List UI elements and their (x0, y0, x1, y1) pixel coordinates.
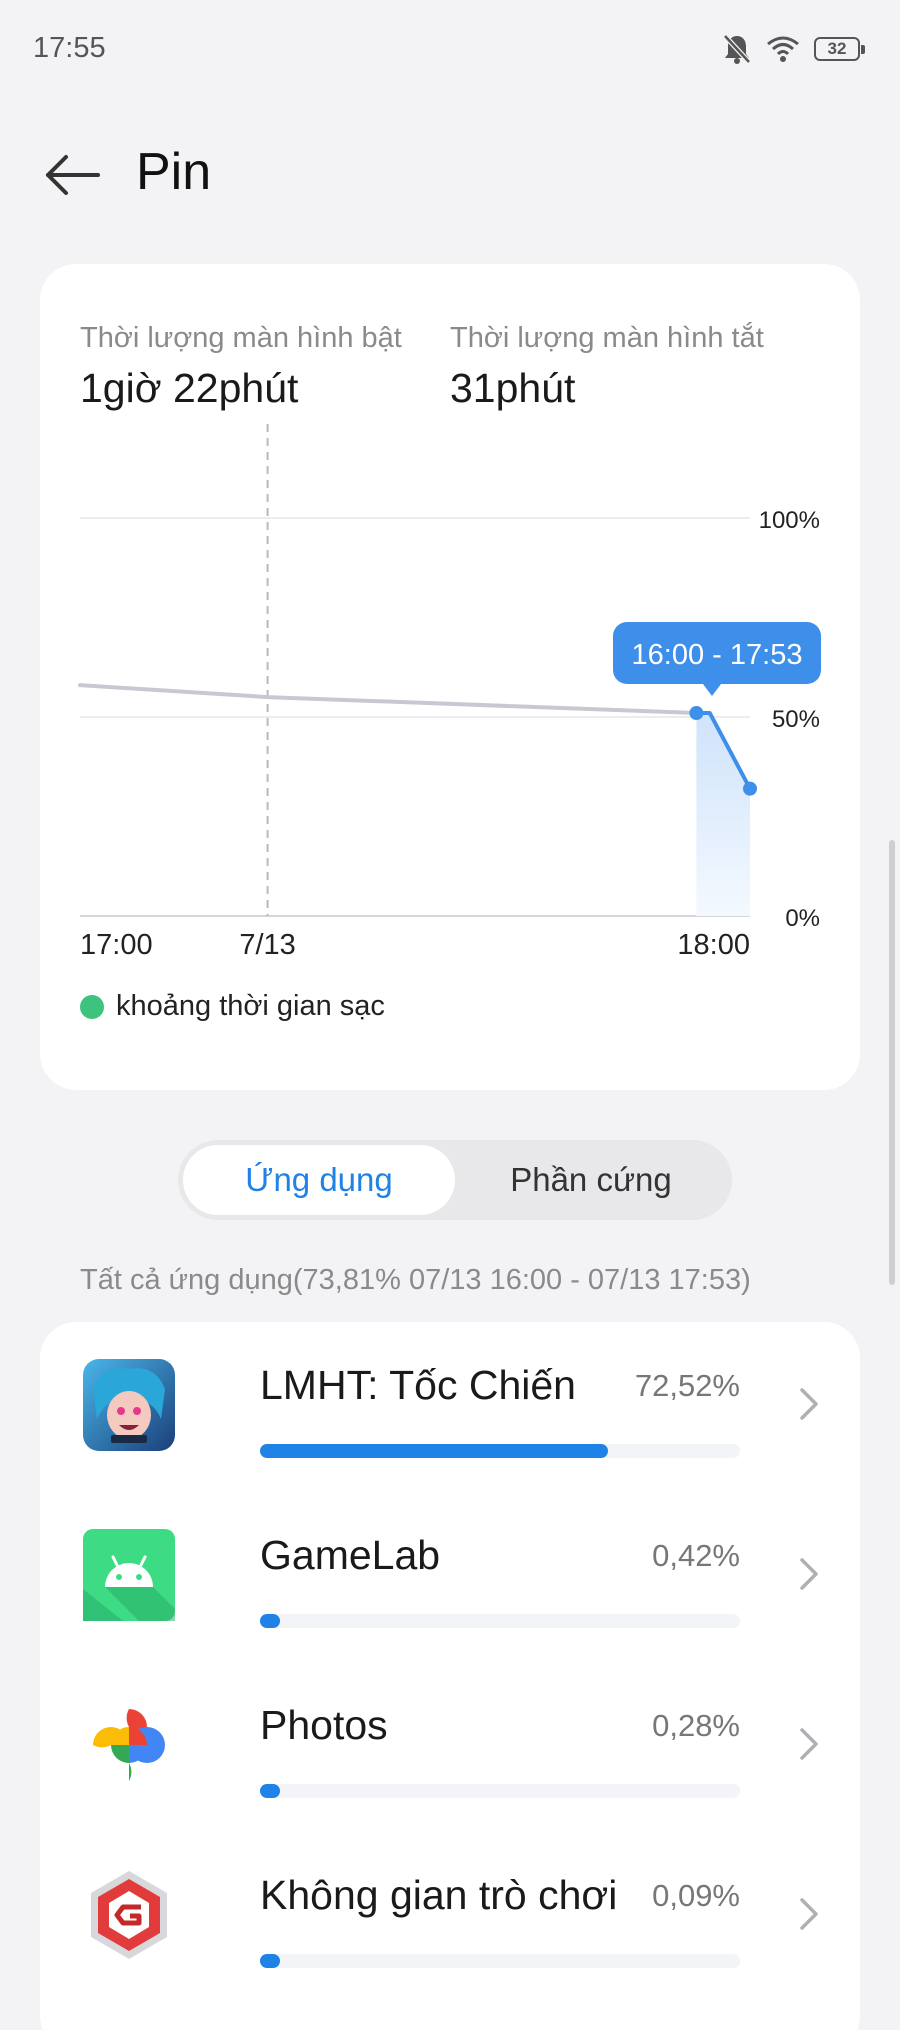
app-percent: 0,42% (652, 1538, 740, 1573)
list-item[interactable]: LMHT: Tốc Chiến 72,52% (40, 1322, 860, 1492)
app-name: Không gian trò chơi (260, 1872, 618, 1918)
list-item[interactable]: GameLab 0,42% (40, 1492, 860, 1662)
android-app-icon (83, 1529, 175, 1621)
bell-muted-icon (723, 34, 751, 64)
game-space-icon (91, 1871, 167, 1959)
y-tick-label: 100% (759, 507, 820, 534)
x-tick-label: 17:00 (80, 929, 153, 961)
usage-bar-fill (260, 1954, 280, 1968)
x-tick-label: 7/13 (239, 929, 295, 961)
status-bar: 17:55 32 (0, 0, 900, 100)
app-name: Photos (260, 1702, 388, 1748)
usage-bar (260, 1954, 740, 1968)
app-percent: 0,09% (652, 1878, 740, 1913)
battery-line-history (78, 683, 699, 716)
chart-legend: khoảng thời gian sạc (80, 990, 385, 1023)
tooltip-pointer (703, 684, 721, 696)
usage-bar (260, 1444, 740, 1458)
battery-chart[interactable]: 100% 50% 0% 17:00 7/13 18:00 16:00 - 17:53 (40, 264, 860, 984)
chevron-right-icon (800, 1388, 818, 1420)
page-title: Pin (136, 143, 212, 201)
tab-apps[interactable]: Ứng dụng (183, 1145, 455, 1215)
tab-hardware[interactable]: Phần cứng (455, 1145, 727, 1215)
chevron-right-icon (800, 1558, 818, 1590)
apps-caption: Tất cả ứng dụng(73,81% 07/13 16:00 - 07/… (80, 1264, 751, 1296)
arrow-left-icon (46, 155, 100, 195)
charging-legend-dot (80, 994, 104, 1019)
usage-bar-fill (260, 1614, 280, 1628)
chevron-right-icon (800, 1898, 818, 1930)
range-start-point (689, 706, 704, 721)
range-end-point (743, 781, 757, 796)
battery-level: 32 (827, 39, 847, 58)
app-name: LMHT: Tốc Chiến (260, 1362, 576, 1408)
usage-type-tabs: Ứng dụng Phần cứng (178, 1140, 732, 1220)
y-tick-label: 0% (785, 905, 820, 932)
tooltip-text: 16:00 - 17:53 (632, 639, 803, 671)
status-time: 17:55 (33, 32, 106, 64)
list-item[interactable]: Không gian trò chơi 0,09% (40, 1832, 860, 2002)
photos-pinwheel-icon (93, 1709, 165, 1781)
wifi-icon (767, 36, 799, 62)
wild-rift-app-icon (83, 1359, 175, 1451)
legend-label: khoảng thời gian sạc (116, 990, 385, 1022)
status-icons: 32 (722, 30, 865, 68)
app-name: GameLab (260, 1532, 441, 1578)
usage-bar (260, 1784, 740, 1798)
app-percent: 72,52% (634, 1368, 740, 1403)
y-tick-label: 50% (772, 706, 820, 733)
scrollbar[interactable] (889, 840, 895, 1285)
header: Pin (0, 130, 900, 220)
list-item[interactable]: Photos 0,28% (40, 1662, 860, 1832)
back-button[interactable] (40, 150, 110, 200)
x-tick-label: 18:00 (677, 929, 750, 961)
usage-bar (260, 1614, 740, 1628)
usage-bar-fill (260, 1444, 609, 1458)
usage-bar-fill (260, 1784, 280, 1798)
app-usage-list: LMHT: Tốc Chiến 72,52% GameLab 0,42% Pho… (40, 1322, 860, 2030)
selected-range-area (696, 713, 750, 916)
battery-usage-card: Thời lượng màn hình bật 1giờ 22phút Thời… (40, 264, 860, 1090)
app-percent: 0,28% (652, 1708, 740, 1743)
battery-icon: 32 (814, 37, 865, 61)
chevron-right-icon (800, 1728, 818, 1760)
